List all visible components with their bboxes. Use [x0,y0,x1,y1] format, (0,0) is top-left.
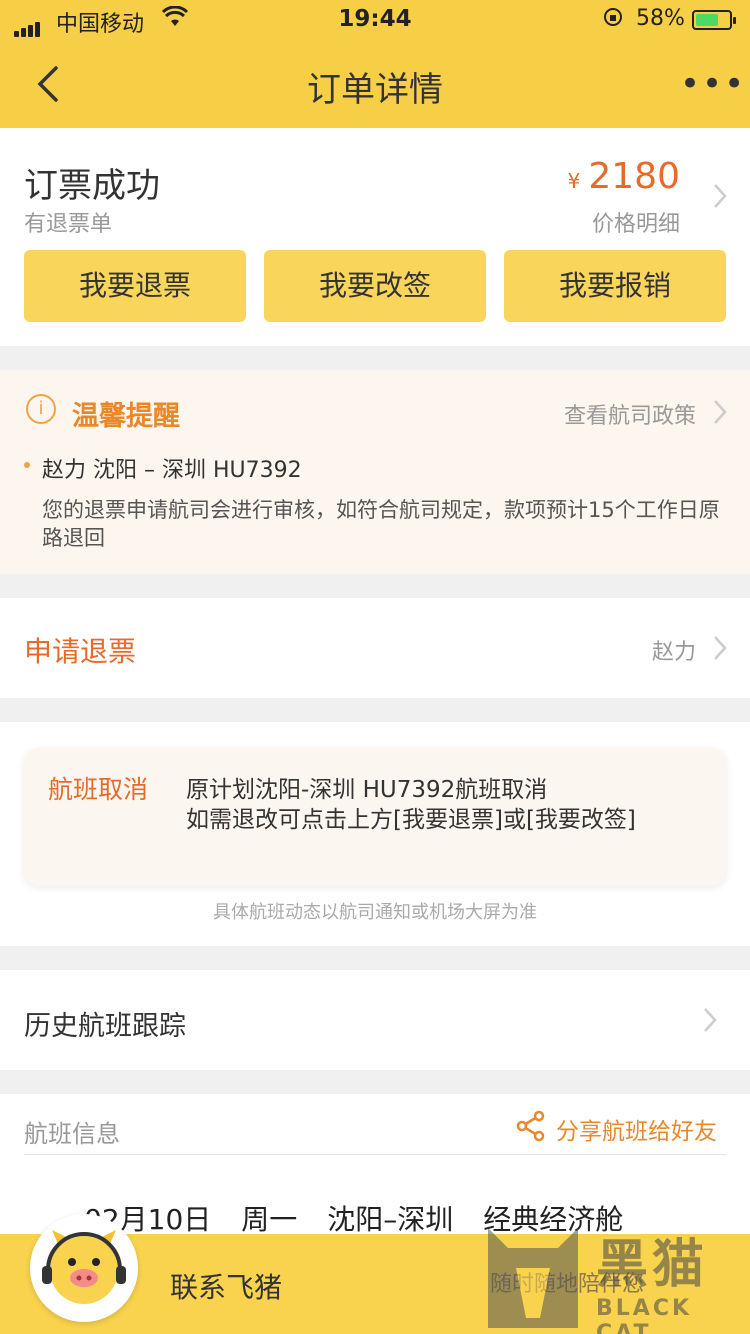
refund-button[interactable]: 我要退票 [24,250,246,322]
battery-icon [692,10,736,30]
history-tracking-label: 历史航班跟踪 [24,1011,186,1042]
share-flight-label: 分享航班给好友 [556,1119,717,1145]
order-detail-page: 中国移动 19:44 58% 订单详情 ••• 订票成功 有退票单 ¥2180 … [0,0,750,1334]
price-value: 2180 [588,156,680,197]
action-buttons: 我要退票 我要改签 我要报销 [24,250,726,322]
reminder-section: i 温馨提醒 查看航司政策 赵力 沈阳 – 深圳 HU7392 您的退票申请航司… [0,370,750,574]
history-tracking-row[interactable]: 历史航班跟踪 [0,970,750,1070]
reminder-message: 您的退票申请航司会进行审核，如符合航司规定，款项预计15个工作日原路退回 [42,498,720,550]
flight-status-note: 具体航班动态以航司通知或机场大屏为准 [213,902,537,923]
reminder-passenger-line: 赵力 沈阳 – 深圳 HU7392 [42,458,302,483]
reimburse-button[interactable]: 我要报销 [504,250,726,322]
currency-symbol: ¥ [567,169,581,193]
chevron-right-icon[interactable] [712,398,728,430]
share-flight-button[interactable]: 分享航班给好友 [516,1110,726,1146]
order-price[interactable]: ¥2180 [0,156,680,197]
page-title: 订单详情 [307,70,443,110]
status-bar: 中国移动 19:44 58% [0,0,750,40]
rotation-lock-icon [602,6,624,33]
flight-route: 沈阳–深圳 [327,1203,454,1236]
watermark-en: BLACK CAT [596,1296,693,1334]
share-icon [516,1110,545,1142]
airline-policy-link[interactable]: 查看航司政策 [0,398,696,430]
more-menu-button[interactable]: ••• [680,64,746,104]
nav-bar: 订单详情 ••• [0,40,750,128]
flight-cancel-section: 航班取消 原计划沈阳-深圳 HU7392航班取消 如需退改可点击上方[我要退票]… [0,722,750,946]
chevron-right-icon [712,634,728,666]
watermark-zh: 黑猫 [596,1235,709,1295]
order-status-card: 订票成功 有退票单 ¥2180 价格明细 我要退票 我要改签 我要报销 [0,128,750,346]
header: 中国移动 19:44 58% 订单详情 ••• [0,0,750,128]
change-button[interactable]: 我要改签 [264,250,486,322]
cancel-line1: 原计划沈阳-深圳 HU7392航班取消 [186,777,548,803]
cancel-notice-card: 航班取消 原计划沈阳-深圳 HU7392航班取消 如需退改可点击上方[我要退票]… [24,748,726,886]
flight-info-label: 航班信息 [24,1120,120,1148]
price-detail-link[interactable]: 价格明细 [0,206,680,238]
cancel-tag: 航班取消 [48,775,149,804]
chevron-right-icon[interactable] [712,182,728,214]
cat-logo-icon [488,1228,578,1328]
pig-mascot-avatar[interactable] [30,1214,138,1322]
battery-percentage: 58% [636,6,685,31]
cancel-line2: 如需退改可点击上方[我要退票]或[我要改签] [186,807,636,833]
chevron-right-icon [702,1006,718,1038]
pig-mascot-icon [42,1230,126,1304]
refund-request-row[interactable]: 申请退票 赵力 [0,598,750,698]
divider [24,1154,726,1155]
bullet-dot [24,462,30,468]
flight-weekday: 周一 [241,1203,298,1236]
black-cat-watermark: 黑猫 BLACK CAT [478,1218,750,1334]
contact-fliggy-label: 联系飞猪 [170,1271,283,1304]
refund-passenger: 赵力 [651,640,696,665]
